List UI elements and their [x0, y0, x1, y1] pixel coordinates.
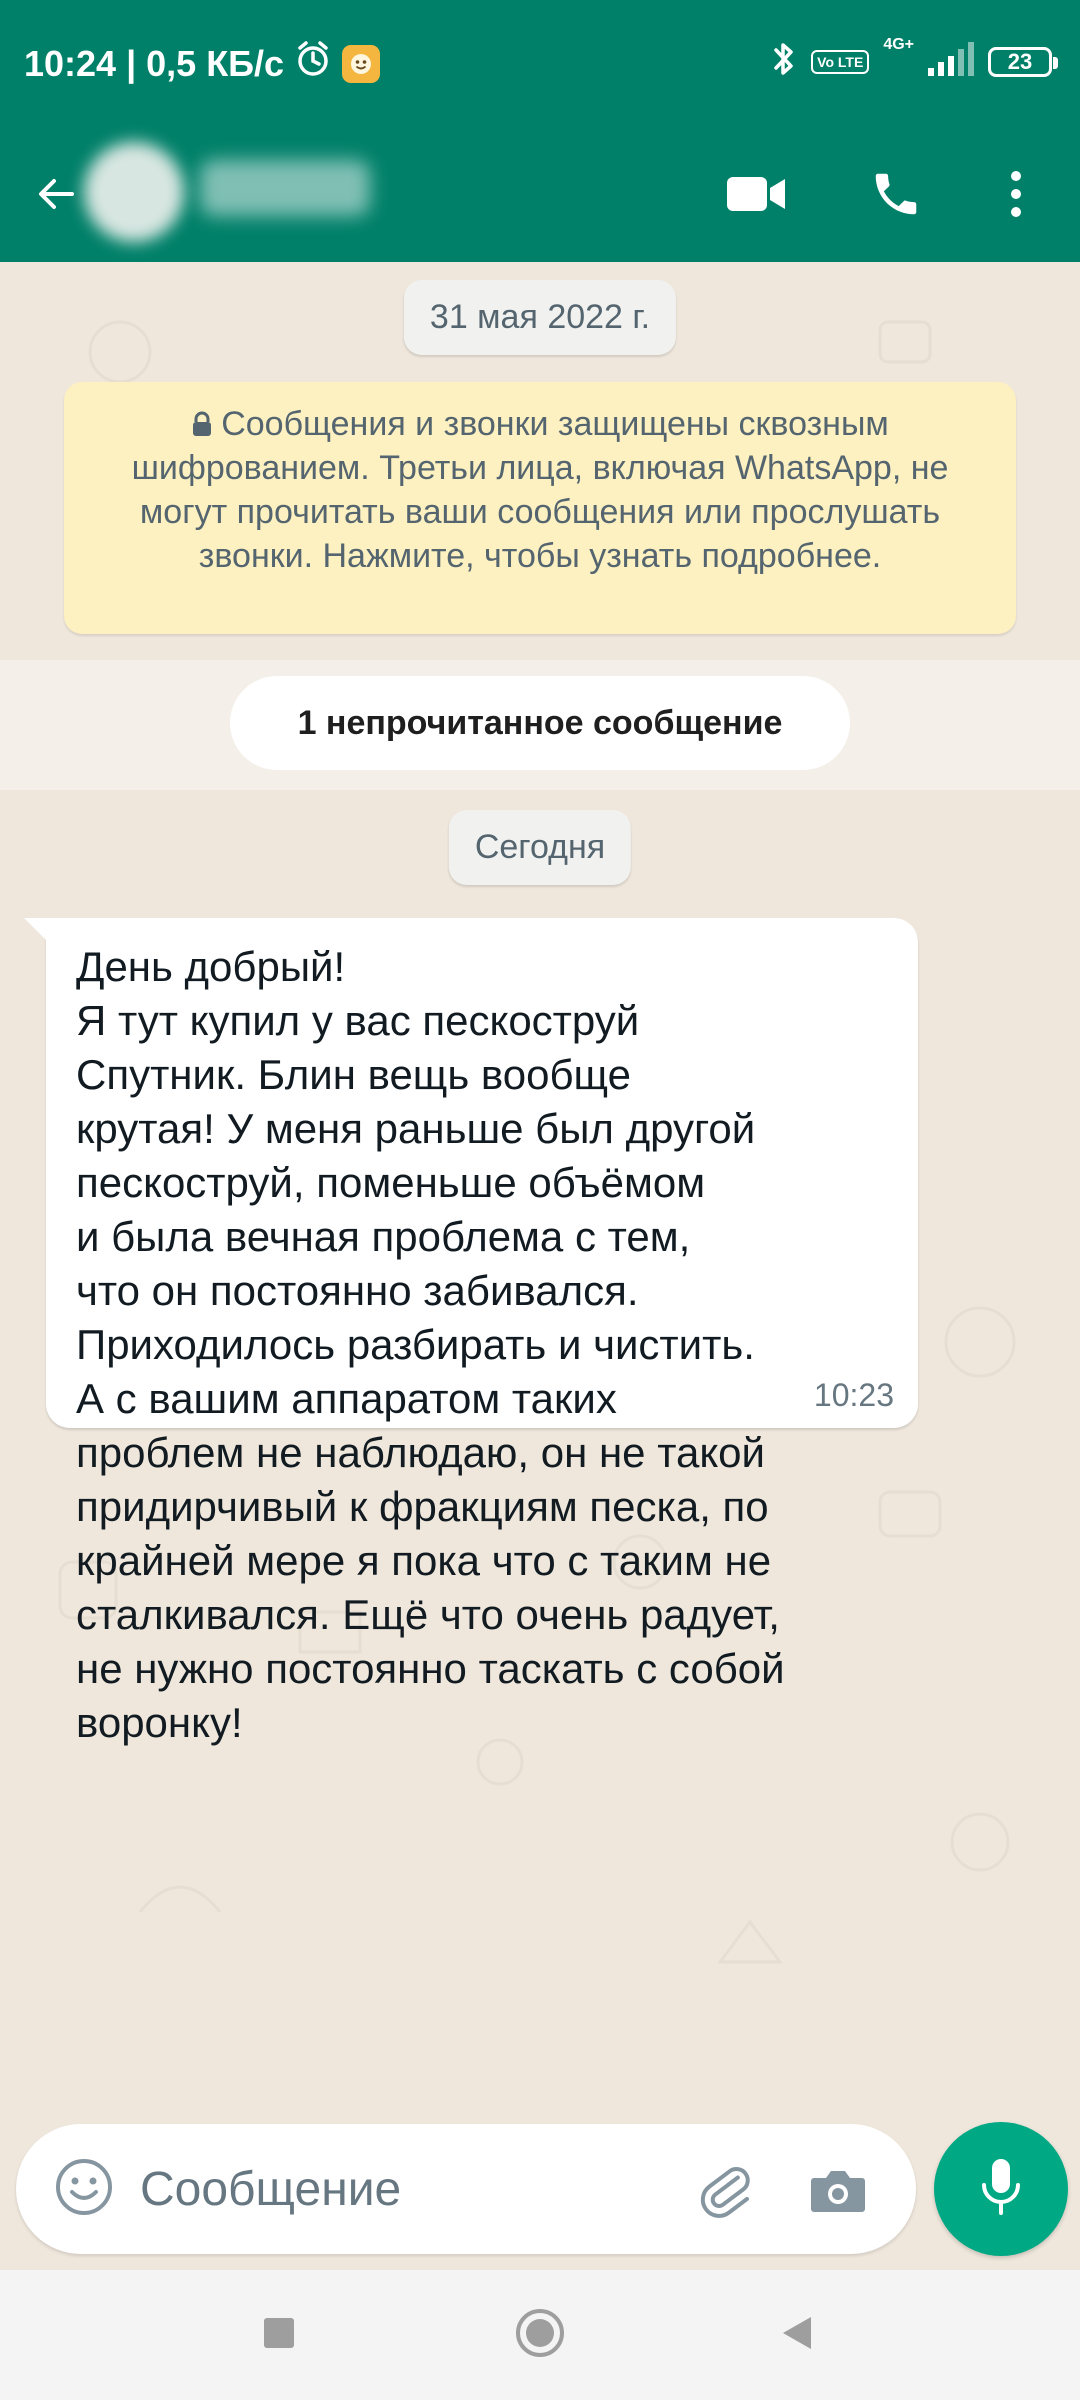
more-vertical-icon [1008, 168, 1024, 225]
contact-avatar[interactable] [84, 142, 184, 242]
chat-area[interactable]: 31 мая 2022 г. Сообщения и звонки защище… [0, 262, 1080, 2112]
encryption-notice[interactable]: Сообщения и звонки защищены сквозным шиф… [64, 382, 1016, 634]
back-nav-button[interactable] [764, 2302, 830, 2368]
message-time: 10:23 [813, 1377, 894, 1413]
date-chip-previous: 31 мая 2022 г. [403, 280, 677, 355]
smiley-icon [54, 2157, 114, 2222]
status-bar: 10:24 | 0,5 КБ/с Vo LTE 4G+ 23 [0, 0, 1080, 130]
circle-icon [514, 2307, 566, 2364]
battery-indicator: 23 [988, 47, 1058, 77]
system-nav-bar [0, 2270, 1080, 2400]
paperclip-icon [696, 2160, 756, 2225]
video-call-button[interactable] [716, 156, 796, 236]
status-net-speed: 0,5 КБ/с [146, 42, 285, 84]
contact-name[interactable] [200, 160, 370, 216]
status-time: 10:24 [24, 42, 117, 84]
status-separator: | [126, 42, 137, 84]
incoming-message-bubble[interactable]: День добрый! Я тут купил у вас пескостру… [24, 918, 918, 1746]
message-input-pill [16, 2124, 916, 2254]
attach-button[interactable] [686, 2152, 766, 2232]
lock-icon [191, 404, 213, 436]
video-camera-icon [725, 173, 787, 220]
header: 10:24 | 0,5 КБ/с Vo LTE 4G+ 23 [0, 0, 1080, 262]
recents-button[interactable] [246, 2302, 312, 2368]
arrow-left-icon [32, 170, 80, 223]
menu-button[interactable] [976, 156, 1056, 236]
bluetooth-icon [771, 40, 797, 84]
camera-button[interactable] [798, 2152, 878, 2232]
alarm-icon [294, 40, 332, 87]
triangle-back-icon [779, 2314, 815, 2357]
square-icon [262, 2316, 296, 2355]
network-type: 4G+ [883, 36, 914, 53]
voice-call-button[interactable] [856, 156, 936, 236]
composer [0, 2112, 1080, 2270]
app-bar [0, 130, 1080, 262]
camera-icon [808, 2164, 868, 2221]
unread-count-pill: 1 непрочитанное сообщение [230, 676, 850, 770]
home-button[interactable] [507, 2302, 573, 2368]
voice-message-button[interactable] [934, 2122, 1068, 2256]
signal-icon [928, 42, 974, 82]
unread-divider: 1 непрочитанное сообщение [0, 660, 1080, 790]
encryption-notice-text: Сообщения и звонки защищены сквозным шиф… [131, 405, 949, 575]
message-text: День добрый! Я тут купил у вас пескостру… [76, 943, 785, 1746]
message-input[interactable] [138, 2158, 662, 2220]
phone-icon [869, 167, 923, 226]
status-left: 10:24 | 0,5 КБ/с [24, 40, 381, 87]
emoji-button[interactable] [44, 2149, 124, 2229]
volte-badge: Vo LTE [811, 50, 870, 74]
microphone-icon [978, 2157, 1024, 2222]
date-chip-today: Сегодня [448, 810, 632, 885]
app-notification-icon [342, 44, 381, 83]
status-right: Vo LTE 4G+ 23 [771, 36, 1058, 84]
